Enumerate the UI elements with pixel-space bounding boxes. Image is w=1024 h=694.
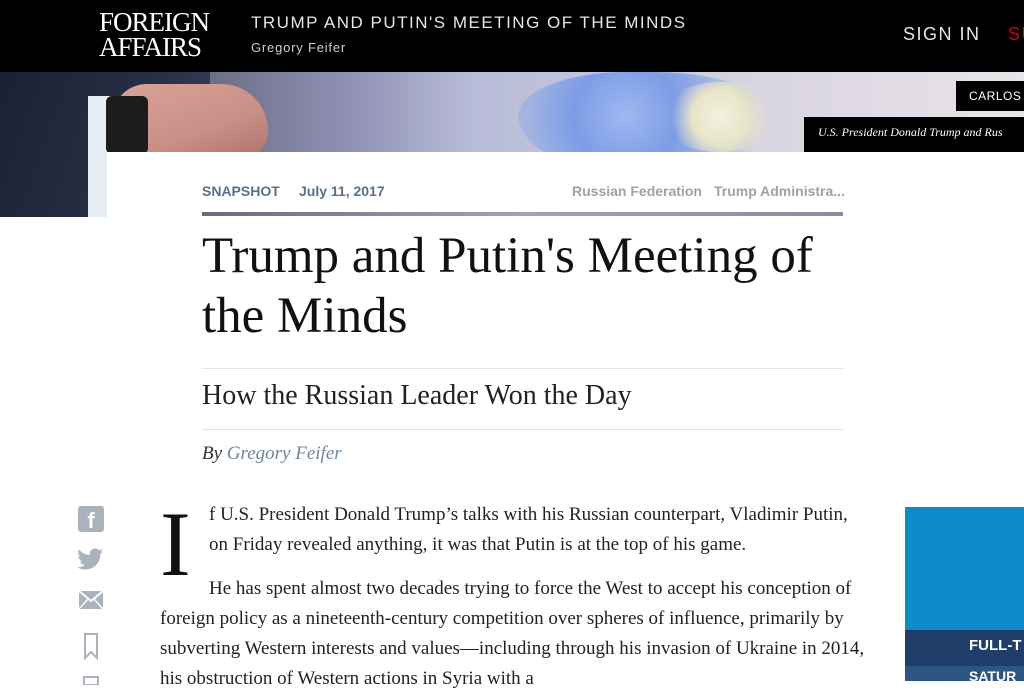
photo-caption: U.S. President Donald Trump and Rus: [818, 125, 1003, 139]
tag-trump-administration[interactable]: Trump Administra...: [714, 183, 845, 199]
tag-russian-federation[interactable]: Russian Federation: [572, 183, 702, 199]
sign-in-link[interactable]: SIGN IN: [903, 24, 981, 45]
bar-article-author: Gregory Feifer: [251, 40, 347, 55]
byline-prefix: By: [202, 443, 223, 464]
hero-lily: [660, 82, 780, 152]
twitter-icon[interactable]: [77, 548, 104, 570]
article-dek: How the Russian Leader Won the Day: [202, 380, 632, 411]
headline-divider: [202, 368, 843, 369]
ad-text-line1: FULL-T: [969, 637, 1022, 654]
bookmark-icon[interactable]: [78, 632, 104, 661]
print-icon[interactable]: [78, 672, 104, 686]
article-date: July 11, 2017: [299, 183, 385, 199]
paragraph-1: f U.S. President Donald Trump’s talks wi…: [209, 504, 848, 555]
section-label[interactable]: SNAPSHOT: [202, 183, 280, 199]
article-headline: Trump and Putin's Meeting of the Minds: [202, 228, 813, 344]
hero-watch: [106, 96, 148, 154]
top-bar: FOREIGN AFFAIRS TRUMP AND PUTIN'S MEETIN…: [0, 0, 1024, 72]
header-accent-rule: [202, 212, 843, 216]
sidebar-ad[interactable]: FULL-T SATUR: [905, 507, 1024, 681]
subscribe-link[interactable]: SU: [1008, 24, 1024, 48]
logo-line-2: AFFAIRS: [99, 32, 202, 62]
ad-text-line2: SATUR: [969, 668, 1017, 681]
paragraph-2: He has spent almost two decades trying t…: [160, 574, 870, 694]
byline: By Gregory Feifer: [202, 443, 342, 465]
bar-article-title: TRUMP AND PUTIN'S MEETING OF THE MINDS: [251, 13, 687, 32]
facebook-icon[interactable]: f: [78, 506, 104, 533]
photo-credit: CARLOS: [969, 89, 1022, 103]
email-icon[interactable]: [78, 590, 104, 610]
dek-divider: [202, 429, 843, 430]
subscribe-label: SU: [1008, 24, 1024, 44]
foreign-affairs-logo[interactable]: FOREIGN AFFAIRS: [99, 9, 210, 62]
facebook-glyph: f: [87, 508, 95, 533]
paragraph-2-text: He has spent almost two decades trying t…: [160, 578, 865, 689]
byline-author-link[interactable]: Gregory Feifer: [227, 443, 342, 464]
